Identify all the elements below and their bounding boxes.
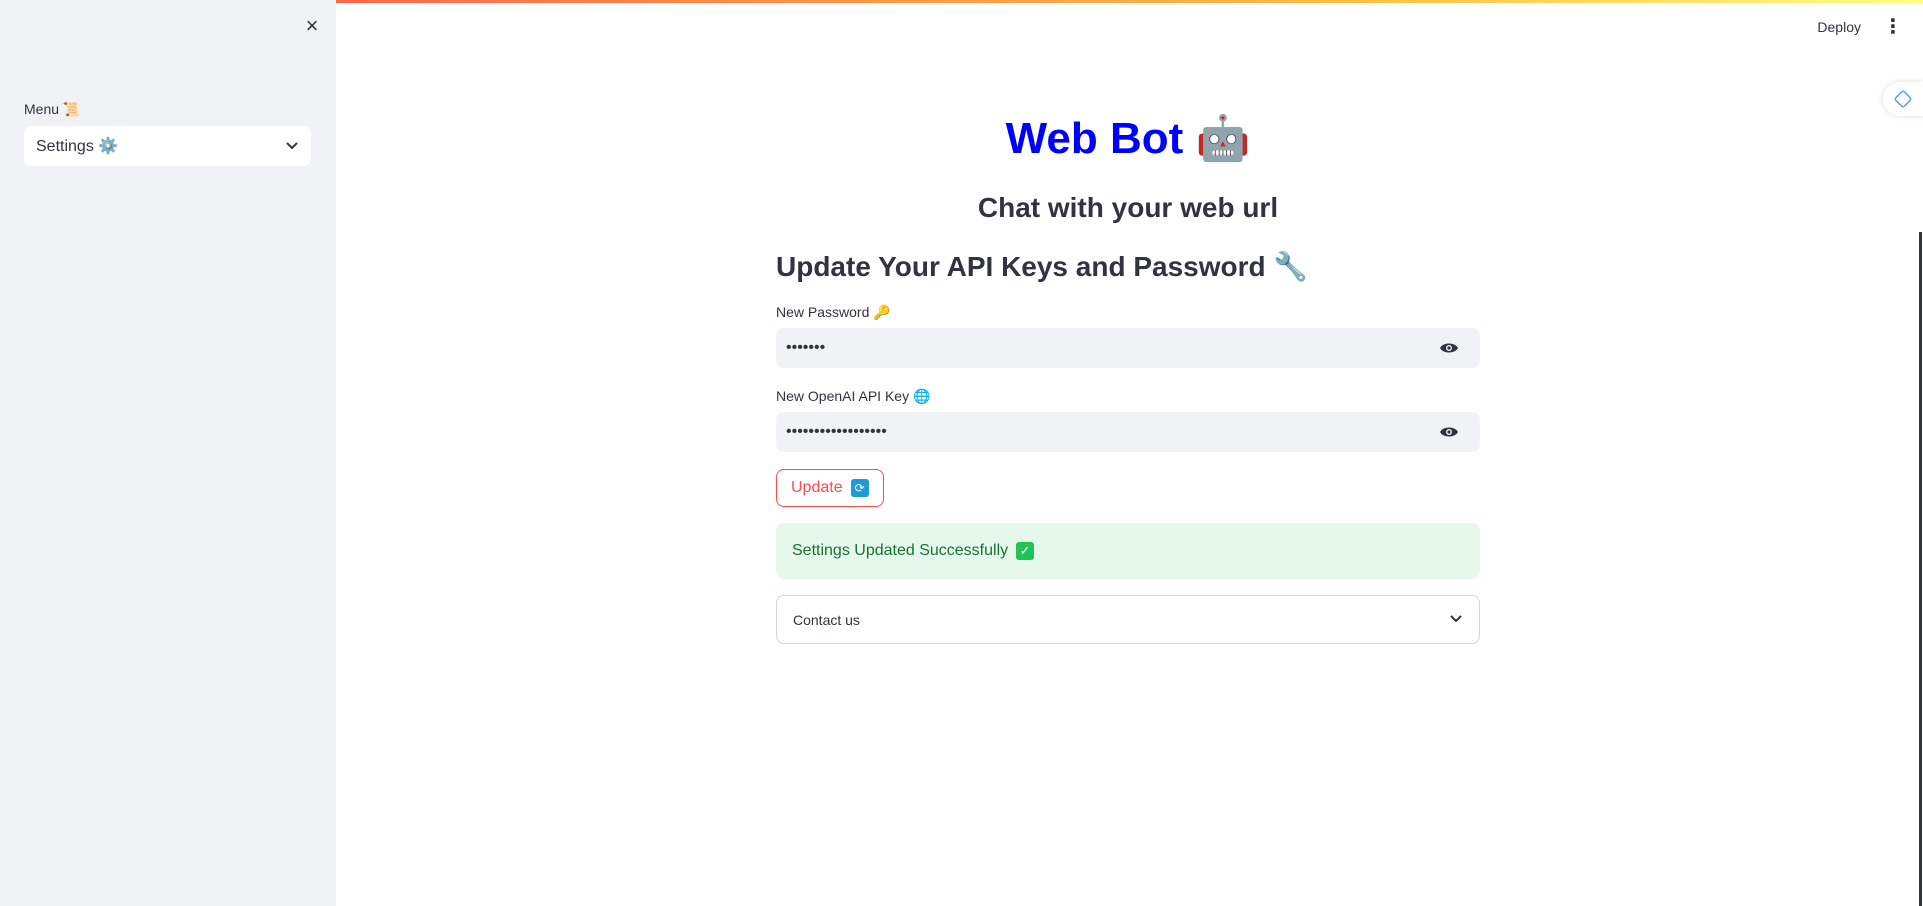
deploy-button[interactable]: Deploy (1817, 19, 1861, 35)
api-key-label: New OpenAI API Key 🌐 (776, 388, 931, 404)
refresh-icon: ⟳ (850, 479, 869, 497)
header-actions: Deploy ⋮ (1817, 14, 1903, 39)
show-api-key-icon[interactable] (1438, 421, 1460, 443)
scrollbar[interactable] (1919, 232, 1922, 906)
api-key-field[interactable] (776, 412, 1480, 452)
page-title-text: Web Bot (1005, 114, 1184, 163)
update-button[interactable]: Update ⟳ (776, 469, 884, 507)
close-sidebar-icon[interactable]: × (300, 14, 324, 38)
menu-select[interactable]: Settings ⚙️ (24, 126, 311, 166)
more-options-icon[interactable]: ⋮ (1883, 14, 1903, 39)
contact-us-label: Contact us (793, 611, 860, 628)
page-title: Web Bot 🤖 (776, 112, 1480, 164)
check-icon: ✓ (1016, 542, 1035, 560)
contact-us-expander[interactable]: Contact us (776, 595, 1480, 644)
robot-icon: 🤖 (1195, 114, 1251, 163)
chevron-down-icon (285, 138, 299, 155)
page-subtitle: Chat with your web url (977, 192, 1279, 223)
update-button-label: Update (791, 479, 843, 496)
password-field[interactable] (776, 328, 1480, 368)
show-password-icon[interactable] (1438, 337, 1460, 359)
success-alert: Settings Updated Successfully ✓ (776, 523, 1480, 579)
success-message: Settings Updated Successfully (792, 542, 1009, 559)
password-input[interactable] (786, 339, 1438, 357)
menu-label: Menu 📜 (24, 101, 81, 117)
section-heading: Update Your API Keys and Password 🔧 (776, 251, 1309, 282)
floating-widget-icon[interactable] (1883, 82, 1923, 116)
api-key-input[interactable] (786, 423, 1438, 441)
password-label: New Password 🔑 (776, 304, 891, 320)
sidebar: × Menu 📜 Settings ⚙️ (0, 0, 336, 906)
chevron-down-icon (1449, 611, 1463, 628)
menu-select-value: Settings ⚙️ (36, 138, 119, 155)
